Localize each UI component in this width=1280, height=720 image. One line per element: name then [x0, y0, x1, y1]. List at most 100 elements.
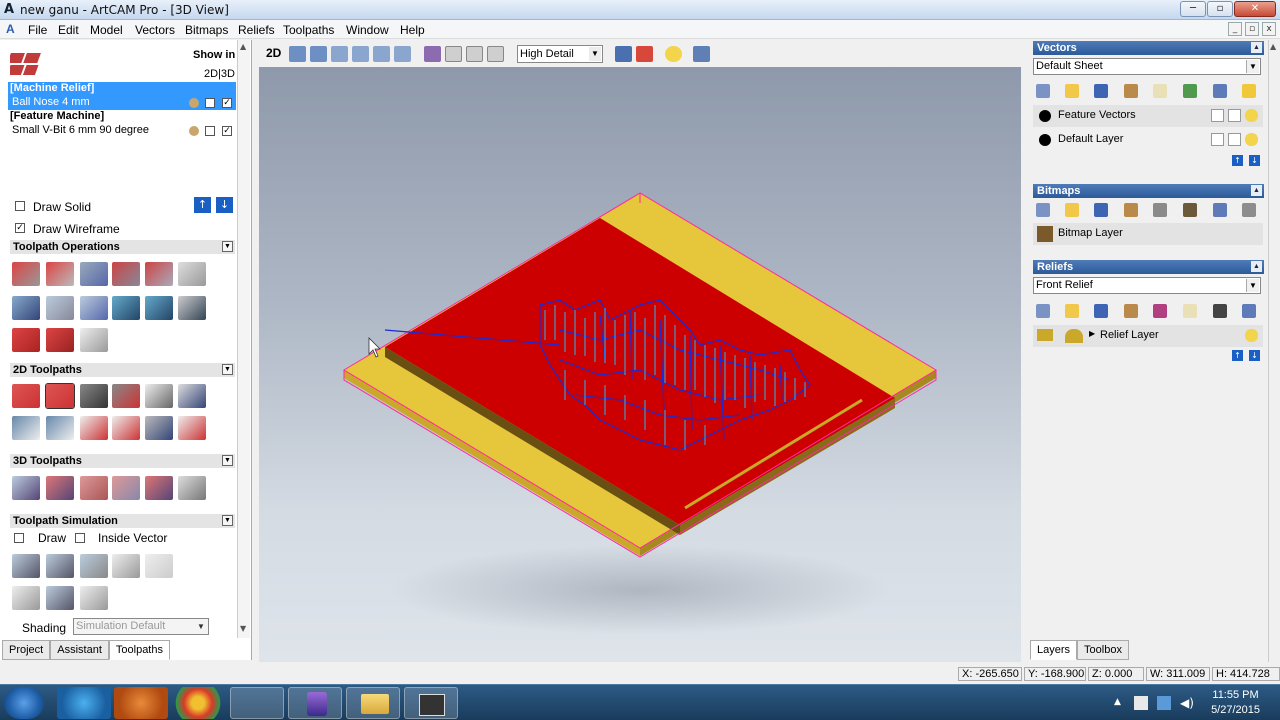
add-toolpath-icon[interactable]	[12, 328, 40, 352]
scroll-down-icon[interactable]: ▼	[240, 624, 246, 633]
collapse-icon[interactable]: ▼	[222, 515, 233, 526]
collapse-icon[interactable]: ▲	[1251, 185, 1262, 196]
simulate-block-icon[interactable]	[80, 554, 108, 578]
bitmap-image-icon[interactable]	[1183, 203, 1197, 217]
2d-view-button[interactable]: 2D	[266, 46, 281, 60]
fluting-icon[interactable]	[112, 416, 140, 440]
front-view-icon[interactable]	[445, 46, 462, 62]
laser-machining-icon[interactable]	[178, 476, 206, 500]
layer-up-button[interactable]: ↑	[1232, 155, 1243, 166]
move-down-button[interactable]: ↓	[216, 197, 233, 213]
layer-color-icon[interactable]	[1039, 110, 1051, 122]
inlay-icon[interactable]	[12, 416, 40, 440]
relief-sheet-select[interactable]: Front Relief ▼	[1033, 277, 1261, 294]
layer-color-icon[interactable]	[1039, 134, 1051, 146]
bitmaps-header[interactable]: Bitmaps ▲	[1033, 184, 1264, 198]
paste-bitmap-icon[interactable]	[1153, 203, 1167, 217]
save-simulation-icon[interactable]	[12, 586, 40, 610]
expand-icon[interactable]: ▶	[1089, 329, 1095, 338]
relief-bitmap-icon[interactable]	[1213, 304, 1227, 318]
show-2d-checkbox[interactable]	[205, 98, 215, 108]
new-layer-icon[interactable]	[1036, 84, 1050, 98]
draw-relief-icon[interactable]	[615, 46, 632, 62]
toolpath-points-icon[interactable]	[46, 328, 74, 352]
engraving-icon[interactable]	[145, 384, 173, 408]
merge-relief-icon[interactable]	[1153, 304, 1167, 318]
drilling-icon[interactable]	[178, 384, 206, 408]
copy-layer-icon[interactable]	[1124, 84, 1138, 98]
save-bitmap-icon[interactable]	[1094, 203, 1108, 217]
collapse-icon[interactable]: ▼	[222, 455, 233, 466]
area-clearance-icon[interactable]	[45, 383, 75, 409]
collapse-icon[interactable]: ▼	[222, 364, 233, 375]
menu-file[interactable]: File	[28, 23, 47, 37]
simulate-all-icon[interactable]	[46, 554, 74, 578]
block-toolpath-icon[interactable]	[46, 296, 74, 320]
document-icon[interactable]: A	[6, 22, 15, 36]
open-relief-icon[interactable]	[1065, 304, 1079, 318]
simulate-toolpath-icon[interactable]	[12, 554, 40, 578]
save-toolpath-icon[interactable]	[178, 262, 206, 286]
save-relief-icon[interactable]	[1094, 304, 1108, 318]
relief-layer-row[interactable]: ▶ Relief Layer	[1033, 325, 1263, 347]
delete-bitmap-icon[interactable]	[1213, 203, 1227, 217]
zoom-fit-icon[interactable]	[373, 46, 390, 62]
visibility-bulb-icon[interactable]	[1245, 109, 1258, 122]
cylinder-toolpath-icon[interactable]	[80, 296, 108, 320]
sim-inside-vector-checkbox[interactable]	[75, 533, 85, 543]
detail-level-select[interactable]: High Detail ▼	[517, 45, 603, 63]
paste-layer-icon[interactable]	[1153, 84, 1167, 98]
network-icon[interactable]	[1157, 696, 1171, 710]
side-view-icon[interactable]	[466, 46, 483, 62]
internet-explorer-icon[interactable]	[57, 687, 111, 719]
move-up-button[interactable]: ↑	[194, 197, 211, 213]
rest-machining-icon[interactable]	[80, 476, 108, 500]
sim-draw-checkbox[interactable]	[14, 533, 24, 543]
feature-3d-icon[interactable]	[112, 476, 140, 500]
save-layer-icon[interactable]	[1094, 84, 1108, 98]
menu-toolpaths[interactable]: Toolpaths	[283, 23, 334, 37]
menu-bitmaps[interactable]: Bitmaps	[185, 23, 228, 37]
bitmap-layer-row[interactable]: Bitmap Layer	[1033, 223, 1263, 245]
batch-calculate-icon[interactable]	[46, 262, 74, 286]
lights-icon[interactable]	[1242, 84, 1256, 98]
simulation-to-relief-icon[interactable]	[46, 586, 74, 610]
toolpath-row-selected[interactable]: [Machine Relief] Ball Nose 4 mm ✓	[8, 82, 236, 110]
pencil-milling-icon[interactable]	[145, 476, 173, 500]
draw-solid-checkbox[interactable]	[15, 201, 25, 211]
volume-icon[interactable]: ◀)	[1180, 696, 1194, 710]
show-3d-checkbox[interactable]: ✓	[222, 126, 232, 136]
vector-layer-row[interactable]: Feature Vectors	[1033, 105, 1263, 127]
material-icon[interactable]	[693, 46, 710, 62]
mdi-minimize-button[interactable]: _	[1228, 22, 1242, 36]
taskbar-app-artcam[interactable]	[288, 687, 342, 719]
show-3d-checkbox[interactable]: ✓	[222, 98, 232, 108]
merge-layer-icon[interactable]	[1183, 84, 1197, 98]
reset-simulation-icon[interactable]	[112, 554, 140, 578]
zoom-box-icon[interactable]	[394, 46, 411, 62]
wrap-toolpath-icon[interactable]	[178, 296, 206, 320]
copy-bitmap-icon[interactable]	[1124, 203, 1138, 217]
taskbar-app-scanner[interactable]	[230, 687, 284, 719]
menu-reliefs[interactable]: Reliefs	[238, 23, 275, 37]
tab-assistant[interactable]: Assistant	[50, 640, 109, 660]
reorder-toolpath-icon[interactable]	[145, 296, 173, 320]
toolpath-edit-icon[interactable]	[112, 262, 140, 286]
delete-layer-icon[interactable]	[1213, 84, 1227, 98]
zoom-out-icon[interactable]	[352, 46, 369, 62]
3d-toolpaths-header[interactable]: 3D Toolpaths ▼	[10, 454, 235, 468]
taskbar-app-video[interactable]	[404, 687, 458, 719]
zoom-in-icon[interactable]	[331, 46, 348, 62]
toolpath-template-icon[interactable]	[112, 296, 140, 320]
chrome-icon[interactable]	[171, 687, 225, 719]
simulation-colors-icon[interactable]	[80, 586, 108, 610]
transform-toolpath-icon[interactable]	[12, 296, 40, 320]
close-button[interactable]: ✕	[1234, 1, 1276, 17]
visibility-bulb-icon[interactable]	[1245, 133, 1258, 146]
new-relief-layer-icon[interactable]	[1036, 304, 1050, 318]
left-panel-scrollbar[interactable]: ▲ ▼	[237, 40, 250, 638]
v-bit-carving-icon[interactable]	[80, 384, 108, 408]
edit-icon[interactable]	[1228, 109, 1241, 122]
bevelled-carving-icon[interactable]	[112, 384, 140, 408]
lighting-icon[interactable]	[665, 46, 682, 62]
